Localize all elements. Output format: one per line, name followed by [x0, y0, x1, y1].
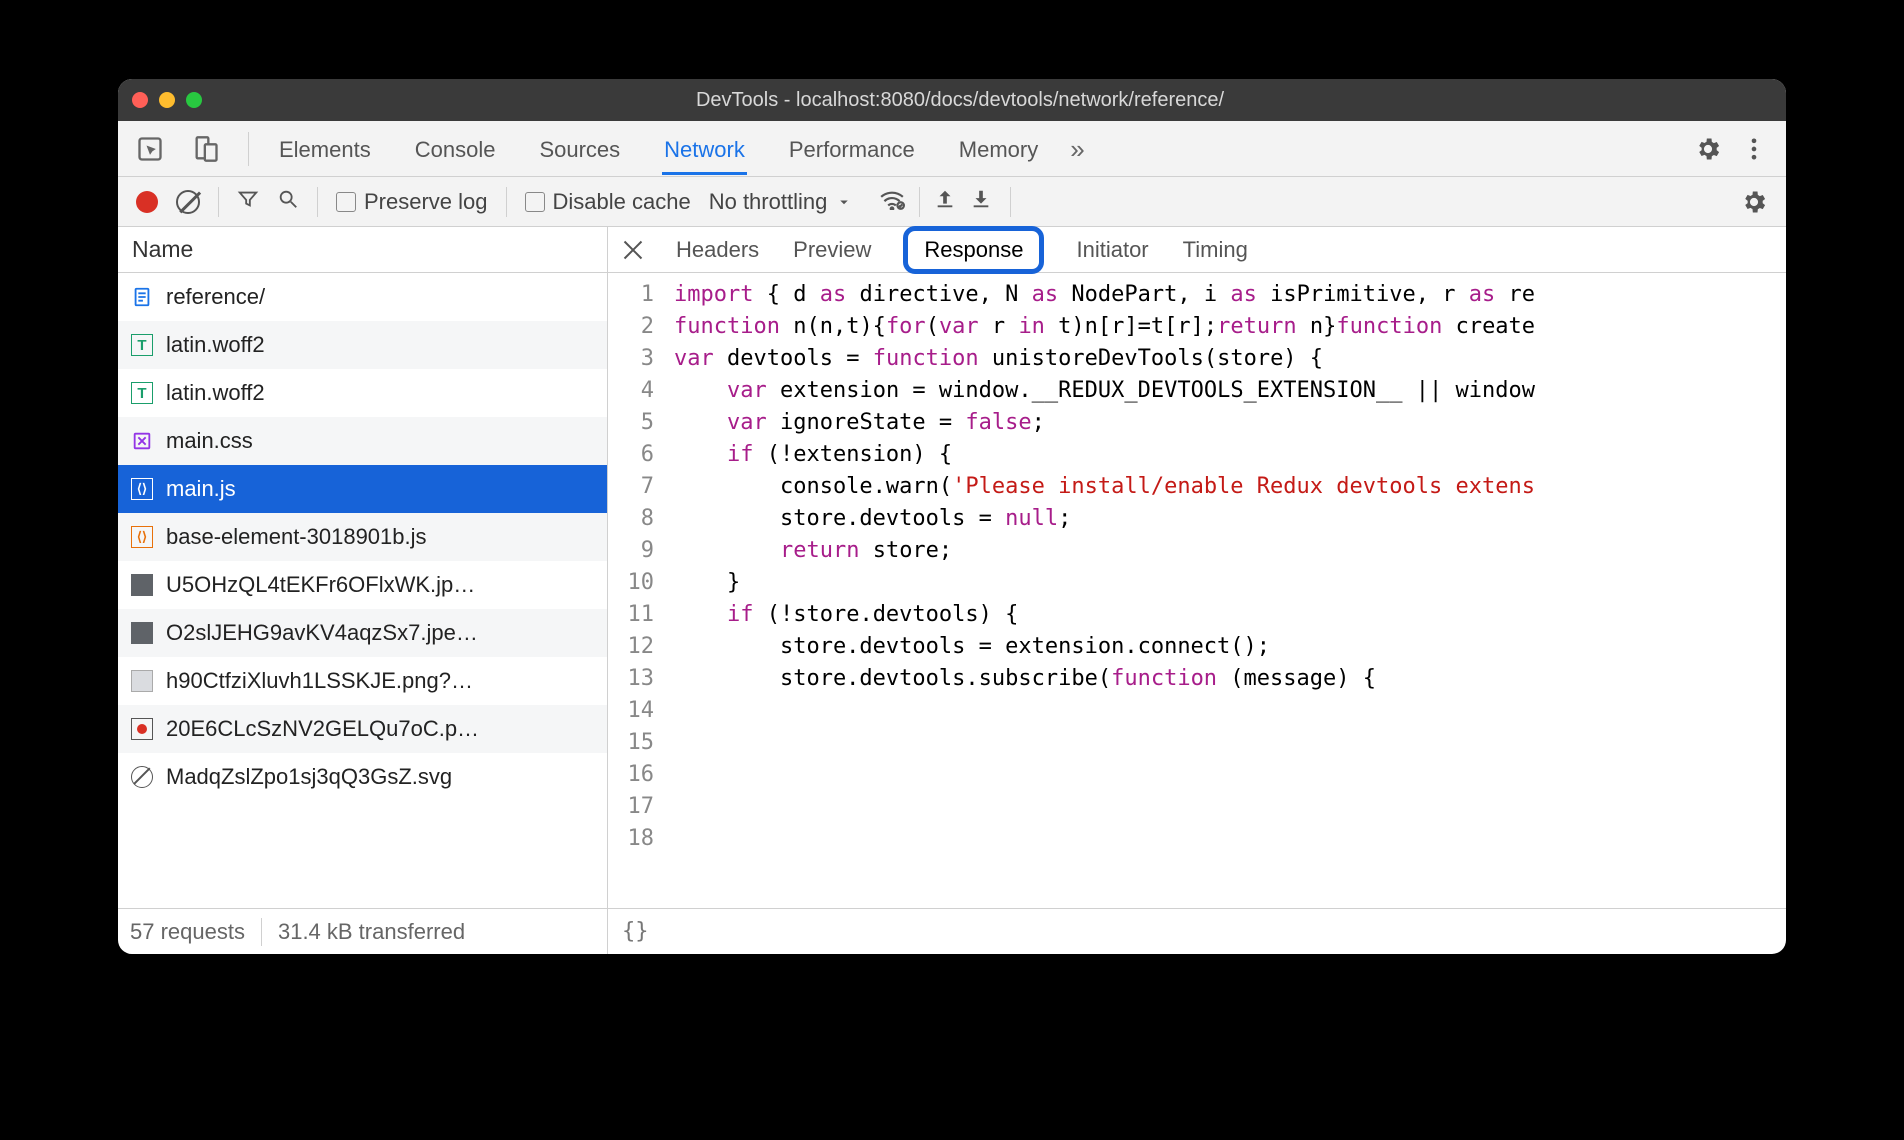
img-icon: [130, 573, 154, 597]
download-har-icon[interactable]: [970, 188, 992, 216]
window-titlebar: DevTools - localhost:8080/docs/devtools/…: [118, 79, 1786, 121]
clear-button[interactable]: [176, 190, 200, 214]
detail-tab-initiator[interactable]: Initiator: [1074, 229, 1150, 271]
request-row[interactable]: 20E6CLcSzNV2GELQu7oC.p…: [118, 705, 607, 753]
request-name: base-element-3018901b.js: [166, 524, 427, 550]
request-name: U5OHzQL4tEKFr6OFlxWK.jp…: [166, 572, 475, 598]
panel-tab-sources[interactable]: Sources: [537, 123, 622, 175]
request-row[interactable]: U5OHzQL4tEKFr6OFlxWK.jp…: [118, 561, 607, 609]
throttling-dropdown[interactable]: No throttling: [709, 189, 854, 215]
request-row[interactable]: reference/: [118, 273, 607, 321]
request-row[interactable]: Tlatin.woff2: [118, 369, 607, 417]
request-row[interactable]: h90CtfziXluvh1LSSKJE.png?…: [118, 657, 607, 705]
upload-har-icon[interactable]: [934, 188, 956, 216]
settings-gear-icon[interactable]: [1694, 135, 1722, 163]
network-toolbar: Preserve log Disable cache No throttling: [118, 177, 1786, 227]
request-name: h90CtfziXluvh1LSSKJE.png?…: [166, 668, 473, 694]
request-row[interactable]: ⟨⟩ base-element-3018901b.js: [118, 513, 607, 561]
search-icon[interactable]: [277, 188, 299, 216]
devtools-window: DevTools - localhost:8080/docs/devtools/…: [118, 79, 1786, 954]
request-name: O2slJEHG9avKV4aqzSx7.jpe…: [166, 620, 478, 646]
disable-cache-checkbox[interactable]: Disable cache: [525, 189, 691, 215]
js-icon: ⟨⟩: [130, 477, 154, 501]
request-row[interactable]: O2slJEHG9avKV4aqzSx7.jpe…: [118, 609, 607, 657]
request-details: Headers Preview Response Initiator Timing 12…: [608, 227, 1786, 954]
font-icon: T: [130, 333, 154, 357]
maximize-window-button[interactable]: [186, 92, 202, 108]
close-details-icon[interactable]: [622, 239, 644, 261]
panel-tab-memory[interactable]: Memory: [957, 123, 1040, 175]
request-row[interactable]: main.css: [118, 417, 607, 465]
request-row[interactable]: Tlatin.woff2: [118, 321, 607, 369]
css-icon: [130, 429, 154, 453]
svg-icon: [130, 765, 154, 789]
request-list: Name reference/Tlatin.woff2Tlatin.woff2m…: [118, 227, 608, 954]
preserve-log-checkbox[interactable]: Preserve log: [336, 189, 488, 215]
panel-tabs: Elements Console Sources Network Performance…: [118, 121, 1786, 177]
record-button[interactable]: [136, 191, 158, 213]
close-window-button[interactable]: [132, 92, 148, 108]
code-content: import { d as directive, N as NodePart, …: [664, 273, 1786, 908]
detail-tab-timing[interactable]: Timing: [1181, 229, 1250, 271]
detail-tabs: Headers Preview Response Initiator Timing: [608, 227, 1786, 273]
window-title: DevTools - localhost:8080/docs/devtools/…: [212, 89, 1708, 112]
js2-icon: ⟨⟩: [130, 525, 154, 549]
panel-tab-performance[interactable]: Performance: [787, 123, 917, 175]
network-main: Name reference/Tlatin.woff2Tlatin.woff2m…: [118, 227, 1786, 954]
kebab-menu-icon[interactable]: [1740, 135, 1768, 163]
response-footer: {}: [608, 908, 1786, 954]
request-name: 20E6CLcSzNV2GELQu7oC.p…: [166, 716, 479, 742]
response-body[interactable]: 123456789101112131415161718 import { d a…: [608, 273, 1786, 908]
inspect-element-icon[interactable]: [136, 135, 164, 163]
request-name: main.css: [166, 428, 253, 454]
panel-tab-elements[interactable]: Elements: [277, 123, 373, 175]
font-icon: T: [130, 381, 154, 405]
overflow-panels-button[interactable]: »: [1068, 120, 1086, 177]
request-name: latin.woff2: [166, 332, 265, 358]
panel-tab-console[interactable]: Console: [413, 123, 498, 175]
network-conditions-icon[interactable]: [879, 188, 905, 216]
network-settings-gear-icon[interactable]: [1740, 188, 1768, 216]
request-name: main.js: [166, 476, 236, 502]
panel-tab-network[interactable]: Network: [662, 123, 747, 175]
request-name: latin.woff2: [166, 380, 265, 406]
request-row[interactable]: MadqZslZpo1sj3qQ3GsZ.svg: [118, 753, 607, 801]
request-name: reference/: [166, 284, 265, 310]
network-statusbar: 57 requests 31.4 kB transferred: [118, 908, 607, 954]
device-toolbar-icon[interactable]: [192, 135, 220, 163]
img-icon: [130, 621, 154, 645]
transferred-size: 31.4 kB transferred: [278, 919, 465, 945]
line-gutter: 123456789101112131415161718: [608, 273, 664, 908]
detail-tab-response[interactable]: Response: [903, 226, 1044, 274]
img2-icon: [130, 669, 154, 693]
detail-tab-preview[interactable]: Preview: [791, 229, 873, 271]
column-header-name[interactable]: Name: [118, 227, 607, 273]
request-name: MadqZslZpo1sj3qQ3GsZ.svg: [166, 764, 452, 790]
filter-icon[interactable]: [237, 188, 259, 216]
chevron-down-icon: [835, 193, 853, 211]
request-row[interactable]: ⟨⟩ main.js: [118, 465, 607, 513]
requests-count: 57 requests: [130, 919, 245, 945]
minimize-window-button[interactable]: [159, 92, 175, 108]
doc-icon: [130, 285, 154, 309]
rec-icon: [130, 717, 154, 741]
detail-tab-headers[interactable]: Headers: [674, 229, 761, 271]
traffic-lights: [132, 92, 202, 108]
